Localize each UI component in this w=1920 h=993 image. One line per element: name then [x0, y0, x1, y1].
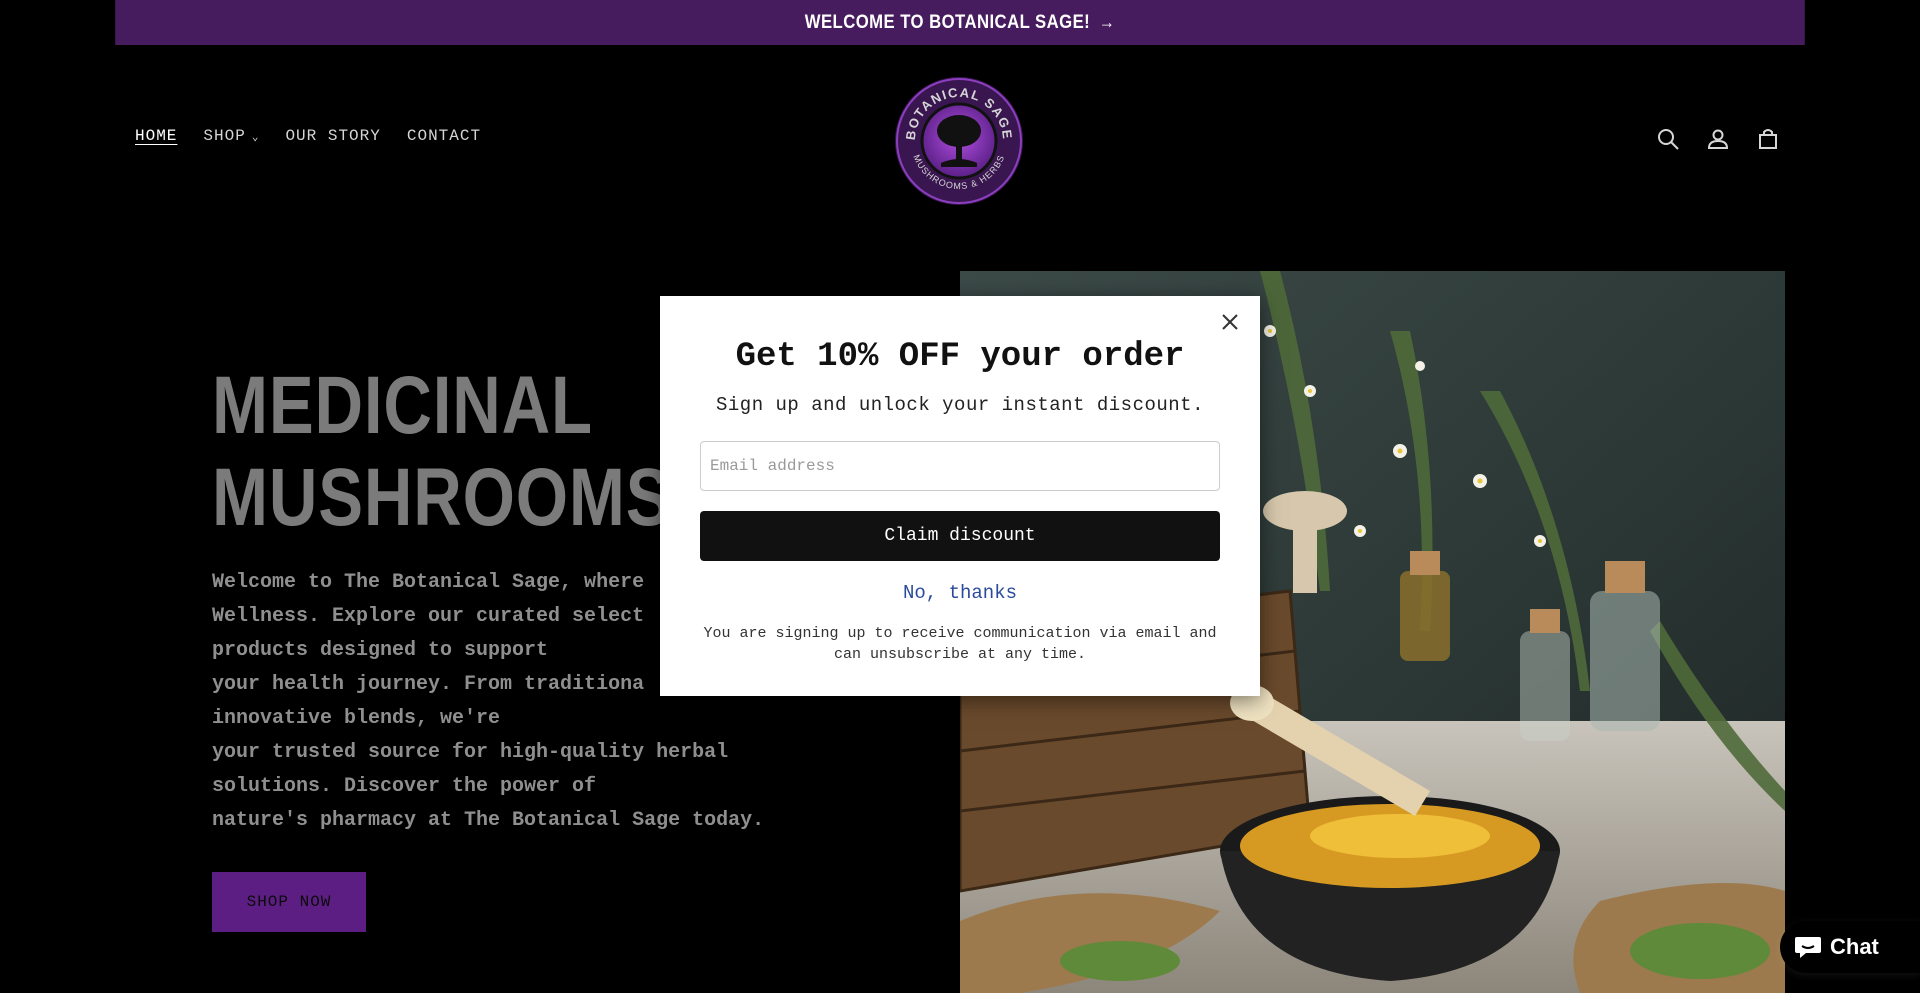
no-thanks-link[interactable]: No, thanks [660, 582, 1260, 604]
nav-item-shop[interactable]: SHOP ⌄ [203, 127, 259, 145]
popup-subtitle: Sign up and unlock your instant discount… [716, 394, 1204, 416]
claim-discount-button[interactable]: Claim discount [700, 511, 1220, 561]
header-icons [1654, 125, 1782, 153]
chat-bubble-icon [1795, 937, 1821, 958]
popup-legal-text: You are signing up to receive communicat… [703, 625, 1217, 663]
nav-item-contact[interactable]: CONTACT [407, 127, 481, 145]
email-field[interactable] [700, 441, 1220, 491]
chat-button[interactable]: Chat [1780, 921, 1920, 973]
site-header: HOME SHOP ⌄ OUR STORY CONTACT BOTANICAL … [0, 45, 1920, 230]
main-nav: HOME SHOP ⌄ OUR STORY CONTACT [135, 127, 481, 145]
logo-emblem: BOTANICAL SAGE MUSHROOMS & HERBS [895, 77, 1023, 205]
nav-item-shop-label: SHOP [203, 127, 246, 145]
chevron-down-icon: ⌄ [251, 132, 260, 144]
nav-item-our-story[interactable]: OUR STORY [285, 127, 380, 145]
discount-popup: Get 10% OFF your order Sign up and unloc… [660, 296, 1260, 696]
announcement-bar[interactable]: WELCOME TO BOTANICAL SAGE! → [115, 0, 1805, 45]
announcement-text: WELCOME TO BOTANICAL SAGE! [804, 11, 1091, 33]
site-logo[interactable]: BOTANICAL SAGE MUSHROOMS & HERBS [893, 75, 1025, 207]
cart-icon[interactable] [1754, 125, 1782, 153]
account-icon[interactable] [1704, 125, 1732, 153]
chat-label: Chat [1830, 934, 1879, 959]
nav-item-home[interactable]: HOME [135, 127, 177, 145]
search-icon[interactable] [1654, 125, 1682, 153]
popup-title: Get 10% OFF your order [735, 338, 1185, 376]
arrow-right-icon: → [1098, 12, 1116, 32]
shop-now-button[interactable]: SHOP NOW [212, 872, 366, 932]
close-icon[interactable] [1216, 308, 1244, 336]
